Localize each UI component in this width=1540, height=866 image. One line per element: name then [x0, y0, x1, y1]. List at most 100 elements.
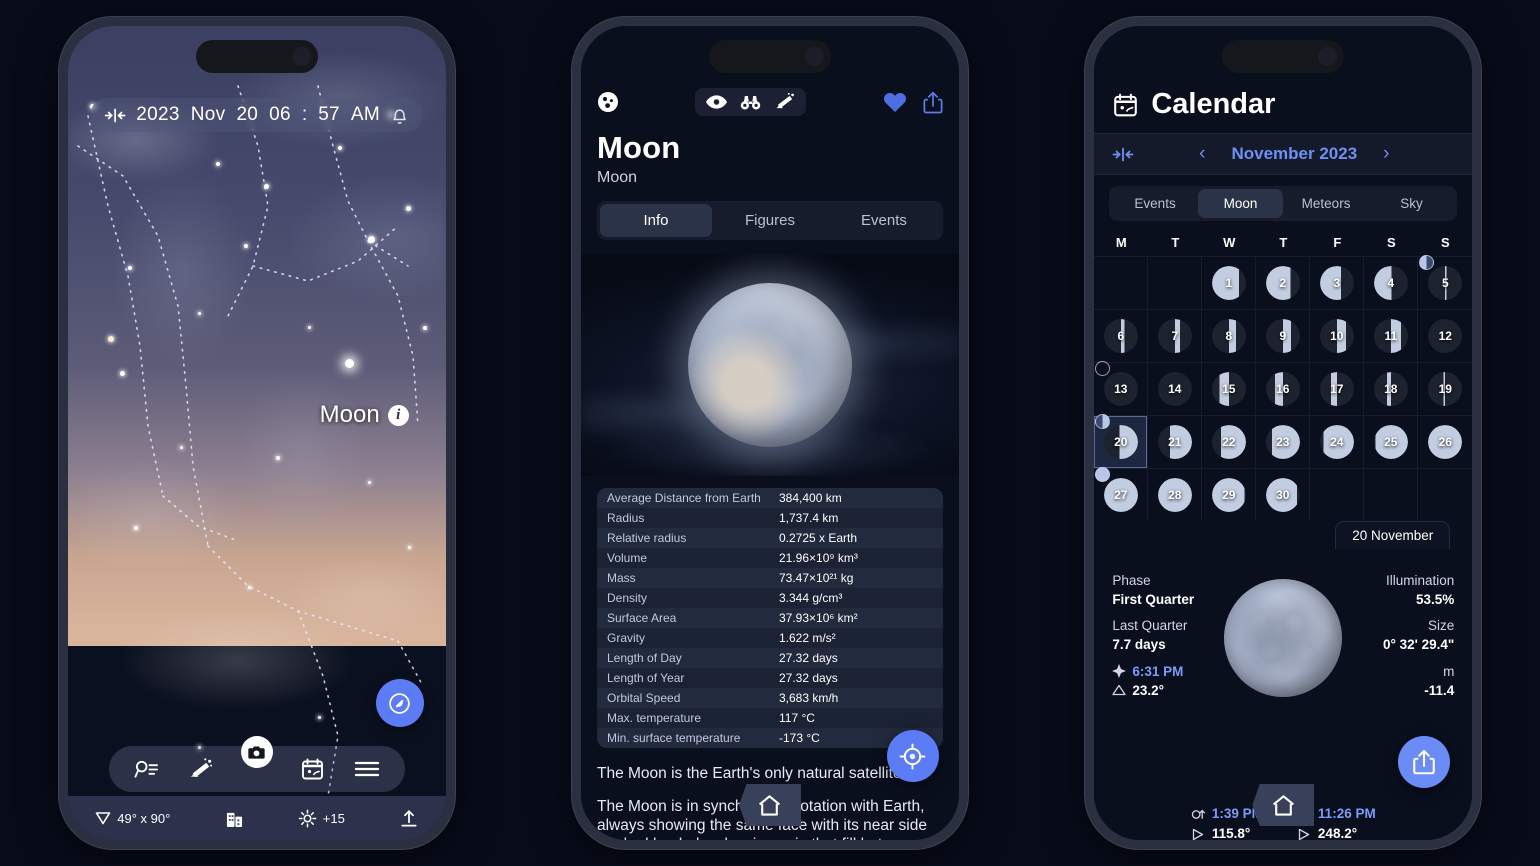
moon-phase-icon: 15	[1211, 372, 1246, 406]
home-button[interactable]	[1252, 784, 1315, 826]
next-month-button[interactable]: ›	[1383, 143, 1389, 165]
fov-indicator[interactable]: 49° x 90°	[95, 811, 170, 826]
current-month-label[interactable]: November 2023	[1231, 144, 1357, 164]
detail-tab-header[interactable]: 20 November	[1094, 521, 1472, 549]
calendar-screen[interactable]: Calendar ‹ November 2023 › Events Moon M…	[1094, 26, 1473, 840]
eye-icon[interactable]	[706, 95, 728, 109]
share-icon[interactable]	[923, 91, 943, 114]
moon-phase-icon: 2	[1265, 266, 1300, 300]
moon-icon[interactable]	[597, 91, 619, 113]
moon-phase-icon: 14	[1157, 372, 1192, 406]
info-toolbar[interactable]	[597, 88, 943, 116]
calendar-day-cell[interactable]: 2	[1256, 256, 1311, 309]
calendar-day-cell[interactable]: 7	[1148, 309, 1203, 362]
calendar-icon[interactable]	[299, 755, 327, 783]
info-icon[interactable]: i	[387, 404, 409, 426]
info-tabs[interactable]: Info Figures Events	[596, 201, 943, 240]
favorite-heart-icon[interactable]	[883, 91, 907, 113]
calendar-day-cell[interactable]: 5	[1418, 255, 1473, 309]
calendar-cell-empty	[1148, 256, 1203, 309]
prev-month-button[interactable]: ‹	[1199, 143, 1205, 165]
moon-marker[interactable]	[344, 359, 354, 368]
moon-phase-icon: 17	[1319, 372, 1354, 406]
tab-events[interactable]: Events	[1112, 189, 1198, 218]
calendar-day-cell[interactable]: 6	[1094, 309, 1149, 362]
alarm-bell-icon[interactable]	[391, 106, 409, 125]
tab-figures[interactable]: Figures	[714, 204, 826, 237]
timebar-collapse-icon[interactable]	[1112, 147, 1134, 162]
share-button[interactable]	[1398, 736, 1451, 788]
brightness-value: +15	[322, 810, 345, 826]
info-actions[interactable]	[883, 91, 943, 114]
calendar-day-cell[interactable]: 10	[1310, 309, 1365, 362]
view-toggle-group[interactable]	[695, 88, 807, 116]
calendar-day-cell[interactable]: 20	[1094, 414, 1149, 468]
time-month[interactable]: Nov	[191, 104, 226, 126]
calendar-day-cell[interactable]: 1	[1202, 256, 1257, 309]
calendar-day-cell[interactable]: 28	[1148, 468, 1203, 521]
calendar-day-cell[interactable]: 23	[1256, 415, 1311, 468]
brightness-control[interactable]: +15	[298, 809, 345, 828]
month-navigator[interactable]: ‹ November 2023 ›	[1094, 133, 1473, 175]
tab-events[interactable]: Events	[828, 204, 940, 237]
tab-meteors[interactable]: Meteors	[1283, 189, 1369, 218]
time-hour[interactable]: 06	[269, 104, 291, 126]
time-year[interactable]: 2023	[136, 104, 179, 126]
buildings-icon[interactable]	[226, 809, 243, 828]
fact-key: Length of Day	[606, 651, 682, 665]
info-screen[interactable]: Moon Moon Info Figures Events Average Di…	[580, 26, 959, 840]
time-meridiem[interactable]: AM	[351, 104, 380, 126]
calendar-tabs[interactable]: Events Moon Meteors Sky	[1109, 186, 1458, 221]
search-person-icon[interactable]	[133, 755, 161, 783]
sky-object-label[interactable]: Moon i	[320, 401, 409, 429]
camera-button[interactable]	[240, 736, 273, 768]
timebar-collapse-icon[interactable]	[104, 108, 126, 123]
calendar-day-cell[interactable]: 13	[1094, 361, 1149, 415]
table-row: Volume 21.96×10⁹ km³	[596, 548, 943, 568]
calendar-day-cell[interactable]: 25	[1364, 415, 1419, 468]
compass-button[interactable]	[375, 679, 424, 727]
calendar-day-cell[interactable]: 16	[1256, 362, 1311, 415]
day-number: 21	[1168, 435, 1182, 449]
calendar-day-cell[interactable]: 19	[1418, 362, 1473, 415]
tab-moon[interactable]: Moon	[1197, 189, 1284, 218]
home-button[interactable]	[738, 784, 801, 826]
telescope-icon[interactable]	[774, 93, 795, 111]
calendar-day-cell[interactable]: 17	[1310, 362, 1365, 415]
calendar-day-cell[interactable]: 27	[1094, 467, 1149, 521]
calendar-grid[interactable]: 1 2 3 4 5 6 7 8 9 10 11 12 13 14 15 16 17 18 19 20 21 22 23 24 2…	[1094, 255, 1473, 521]
calendar-day-cell[interactable]: 30	[1256, 468, 1311, 521]
calendar-day-cell[interactable]: 3	[1310, 256, 1365, 309]
calendar-day-cell[interactable]: 12	[1418, 309, 1473, 362]
menu-icon[interactable]	[353, 755, 381, 783]
calendar-day-cell[interactable]: 26	[1418, 415, 1473, 468]
detail-tab-label[interactable]: 20 November	[1335, 521, 1451, 549]
locate-button[interactable]	[886, 730, 939, 782]
calendar-day-cell[interactable]: 24	[1310, 415, 1365, 468]
calendar-day-cell[interactable]: 4	[1364, 256, 1419, 309]
time-minute[interactable]: 57	[318, 104, 340, 126]
tab-info[interactable]: Info	[599, 204, 712, 237]
calendar-day-cell[interactable]: 9	[1256, 309, 1311, 362]
calendar-day-cell[interactable]: 15	[1202, 362, 1257, 415]
calendar-cell-empty	[1094, 256, 1149, 309]
size-label: Size	[1428, 618, 1455, 634]
calendar-day-cell[interactable]: 8	[1202, 309, 1257, 362]
tab-sky[interactable]: Sky	[1369, 189, 1455, 218]
calendar-day-cell[interactable]: 18	[1364, 362, 1419, 415]
calendar-day-cell[interactable]: 29	[1202, 468, 1257, 521]
fact-value: -173 °C	[778, 731, 820, 745]
sky-status-bar[interactable]: 49° x 90° +15	[67, 796, 446, 840]
export-icon[interactable]	[400, 809, 418, 828]
binoculars-icon[interactable]	[740, 95, 761, 110]
day-number: 28	[1168, 488, 1182, 502]
sky-screen[interactable]: 2023 Nov 20 06 : 57 AM Moon i W	[67, 26, 446, 840]
telescope-icon[interactable]	[187, 755, 215, 783]
calendar-day-cell[interactable]: 22	[1202, 415, 1257, 468]
phone-calendar: Calendar ‹ November 2023 › Events Moon M…	[1085, 17, 1482, 849]
time-control-bar[interactable]: 2023 Nov 20 06 : 57 AM	[90, 98, 424, 132]
calendar-day-cell[interactable]: 11	[1364, 309, 1419, 362]
calendar-day-cell[interactable]: 14	[1148, 362, 1203, 415]
time-day[interactable]: 20	[236, 104, 258, 126]
calendar-day-cell[interactable]: 21	[1148, 415, 1203, 468]
